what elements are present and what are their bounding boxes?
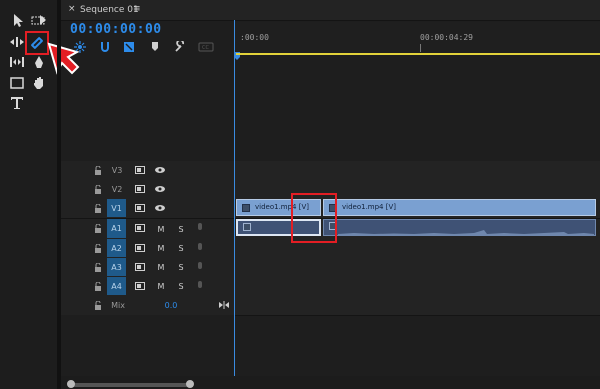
mute-button[interactable]: M	[155, 239, 167, 258]
hand-tool-icon[interactable]	[30, 74, 48, 92]
lock-icon[interactable]	[93, 203, 103, 213]
slip-tool-icon[interactable]	[8, 53, 26, 71]
track-v3: V3	[61, 161, 600, 181]
sync-lock-icon[interactable]	[135, 223, 145, 233]
track-label: V3	[111, 166, 123, 175]
sync-lock-icon[interactable]	[135, 281, 145, 291]
scroll-handle-left[interactable]	[67, 380, 75, 388]
edit-point-highlight	[291, 193, 337, 243]
track-lane[interactable]	[234, 258, 600, 278]
ruler-label-start: :00:00	[240, 33, 269, 42]
linked-selection-icon[interactable]	[122, 41, 136, 53]
track-header: A2 M S	[61, 239, 234, 259]
playhead-line[interactable]	[234, 20, 235, 389]
track-header: A1 M S	[61, 219, 234, 240]
selection-tool-icon[interactable]	[9, 11, 27, 29]
ruler-tick	[420, 44, 421, 52]
time-ruler[interactable]	[234, 22, 600, 54]
track-label: V2	[111, 185, 123, 194]
ruler-label-4s29f: 00:00:04:29	[420, 33, 473, 42]
track-header: Mix 0.0	[61, 296, 234, 316]
solo-button[interactable]: S	[175, 277, 187, 296]
track-select-tool-icon[interactable]	[30, 11, 48, 29]
empty-track-header-area	[61, 315, 234, 376]
lock-icon[interactable]	[93, 281, 103, 291]
rectangle-tool-icon[interactable]	[8, 74, 26, 92]
timeline-header	[61, 0, 600, 21]
solo-button[interactable]: S	[175, 239, 187, 258]
sync-lock-icon[interactable]	[135, 203, 145, 213]
sync-lock-icon[interactable]	[135, 184, 145, 194]
sequence-tab[interactable]: Sequence 01	[80, 5, 139, 15]
track-a3: A3 M S	[61, 258, 600, 278]
go-to-end-icon[interactable]	[219, 300, 229, 310]
eye-icon[interactable]	[155, 165, 165, 175]
mix-volume-value[interactable]: 0.0	[161, 296, 181, 315]
lock-icon[interactable]	[93, 243, 103, 253]
video-clip-right[interactable]: video1.mp4 [V]	[323, 199, 596, 216]
timeline-settings-icon[interactable]	[173, 41, 187, 53]
type-tool-icon[interactable]	[8, 94, 26, 112]
pen-tool-icon[interactable]	[30, 53, 48, 71]
solo-button[interactable]: S	[175, 219, 187, 239]
sync-lock-icon[interactable]	[135, 165, 145, 175]
track-lane[interactable]	[234, 219, 600, 240]
eye-icon[interactable]	[155, 184, 165, 194]
mute-button[interactable]: M	[155, 258, 167, 277]
audio-waveform	[338, 230, 594, 236]
lock-icon[interactable]	[93, 184, 103, 194]
track-lane[interactable]	[234, 296, 600, 316]
lock-icon[interactable]	[93, 300, 103, 310]
mute-button[interactable]: M	[155, 277, 167, 296]
add-marker-icon[interactable]	[148, 41, 162, 53]
ripple-edit-tool-icon[interactable]	[8, 33, 26, 51]
tools-panel	[0, 0, 80, 389]
track-header: V1	[61, 199, 234, 219]
track-target-a3[interactable]: A3	[107, 258, 126, 276]
track-header: A4 M S	[61, 277, 234, 297]
track-header: A3 M S	[61, 258, 234, 278]
close-icon[interactable]: ×	[68, 4, 76, 14]
sync-lock-icon[interactable]	[135, 243, 145, 253]
track-lane[interactable]	[234, 239, 600, 259]
microphone-icon[interactable]	[195, 281, 205, 291]
track-target-a1[interactable]: A1	[107, 219, 126, 238]
track-lane[interactable]	[234, 180, 600, 200]
sync-lock-icon[interactable]	[135, 262, 145, 272]
mute-button[interactable]: M	[155, 219, 167, 239]
microphone-icon[interactable]	[195, 262, 205, 272]
track-target-a4[interactable]: A4	[107, 277, 126, 295]
clip-name: video1.mp4 [V]	[342, 203, 396, 211]
mix-label: Mix	[111, 301, 125, 310]
microphone-icon[interactable]	[195, 243, 205, 253]
track-lane[interactable]: video1.mp4 [V] video1.mp4 [V]	[234, 199, 600, 219]
lock-icon[interactable]	[93, 165, 103, 175]
track-header: V2	[61, 180, 234, 200]
captions-icon[interactable]: CC	[198, 41, 214, 53]
eye-icon[interactable]	[155, 203, 165, 213]
audio-clip-right[interactable]	[323, 219, 596, 236]
svg-text:CC: CC	[202, 45, 209, 51]
track-mix: Mix 0.0	[61, 296, 600, 316]
track-lane[interactable]	[234, 161, 600, 181]
playhead-timecode[interactable]: 00:00:00:00	[70, 22, 162, 37]
track-lane[interactable]	[234, 277, 600, 297]
track-header: V3	[61, 161, 234, 181]
microphone-icon[interactable]	[195, 223, 205, 233]
snap-icon[interactable]	[98, 41, 112, 53]
panel-menu-icon[interactable]: ≡	[133, 4, 141, 14]
scroll-handle-right[interactable]	[186, 380, 194, 388]
track-target-v1[interactable]: V1	[107, 199, 126, 217]
track-target-a2[interactable]: A2	[107, 239, 126, 257]
work-area-bar[interactable]	[236, 53, 600, 55]
lock-icon[interactable]	[93, 223, 103, 233]
track-a4: A4 M S	[61, 277, 600, 297]
scrollbar-track[interactable]	[70, 383, 192, 387]
solo-button[interactable]: S	[175, 258, 187, 277]
lock-icon[interactable]	[93, 262, 103, 272]
nest-sequences-icon[interactable]	[73, 41, 87, 53]
